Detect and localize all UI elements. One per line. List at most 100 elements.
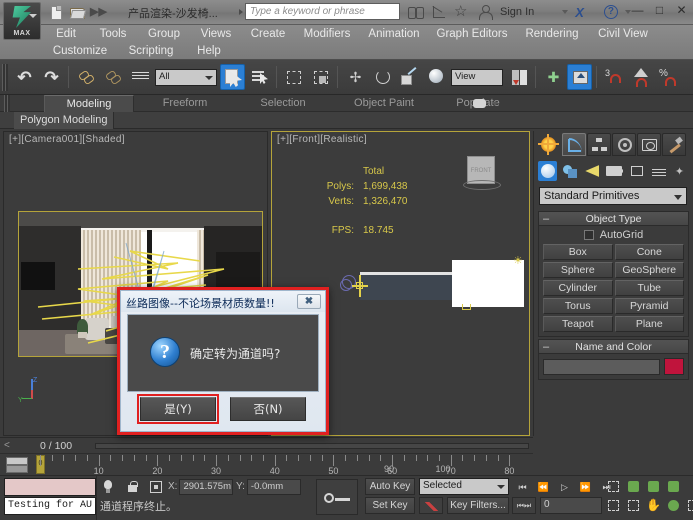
select-rotate-icon[interactable]: [369, 64, 394, 90]
teapot-button[interactable]: Teapot: [543, 316, 613, 332]
unlink-icon[interactable]: [100, 64, 125, 90]
search-input[interactable]: Type a keyword or phrase: [245, 3, 400, 20]
shapes-icon[interactable]: [560, 161, 579, 181]
undo-icon[interactable]: ↶: [12, 64, 37, 90]
pan-icon[interactable]: ✋: [646, 498, 661, 513]
close-button[interactable]: ✕: [675, 4, 688, 17]
current-frame-input[interactable]: 0: [540, 497, 602, 514]
menu-views[interactable]: Views: [190, 28, 242, 40]
key-filters-button[interactable]: Key Filters...: [447, 497, 509, 514]
motion-tab[interactable]: [612, 133, 636, 156]
scene-object-plane[interactable]: [452, 260, 524, 307]
select-object-icon[interactable]: [220, 64, 245, 90]
menu-civil-view[interactable]: Civil View: [588, 28, 658, 40]
dialog-close-button[interactable]: ✖: [297, 294, 321, 309]
selection-filter-dropdown[interactable]: All: [155, 68, 217, 86]
set-key-button[interactable]: Set Key: [365, 497, 415, 514]
primitive-category-dropdown[interactable]: Standard Primitives: [539, 187, 687, 205]
pyramid-button[interactable]: Pyramid: [614, 298, 684, 314]
time-slider-track[interactable]: [95, 443, 529, 449]
previous-frame-icon[interactable]: ⏪: [535, 479, 552, 495]
person-icon[interactable]: [477, 4, 493, 20]
tab-modeling[interactable]: Modeling: [44, 95, 134, 112]
layer-manager-icon[interactable]: [567, 64, 592, 90]
coord-y-input[interactable]: -0.0mm: [246, 478, 301, 495]
document-title-caret-icon[interactable]: [239, 9, 243, 15]
name-and-color-header[interactable]: – Name and Color: [539, 340, 688, 354]
display-tab[interactable]: [637, 133, 661, 156]
tab-object-paint[interactable]: Object Paint: [334, 95, 434, 112]
menu-group[interactable]: Group: [138, 28, 190, 40]
cameras-icon[interactable]: [604, 161, 623, 181]
orbit-icon[interactable]: [666, 498, 681, 513]
help-icon[interactable]: ?: [603, 5, 618, 19]
key-mode-dropdown[interactable]: Selected: [419, 478, 509, 495]
select-scale-icon[interactable]: [396, 64, 421, 90]
transform-gizmo[interactable]: [340, 275, 370, 297]
go-to-start-icon[interactable]: ⏮: [514, 479, 531, 495]
snap-toggle-icon[interactable]: 3: [601, 64, 626, 90]
bulb-icon[interactable]: [100, 479, 116, 495]
utilities-tab[interactable]: [662, 133, 686, 156]
tab-selection[interactable]: Selection: [238, 95, 328, 112]
space-warps-icon[interactable]: [649, 161, 668, 181]
menu-tools[interactable]: Tools: [88, 28, 138, 40]
menu-animation[interactable]: Animation: [360, 28, 428, 40]
time-slider-frame-indicator[interactable]: 0 / 100: [40, 440, 72, 452]
viewport-left-label[interactable]: [+][Camera001][Shaded]: [9, 134, 125, 145]
object-type-header[interactable]: – Object Type: [539, 212, 688, 226]
polygon-modeling-panel-label[interactable]: Polygon Modeling: [14, 112, 115, 129]
systems-icon[interactable]: ✦: [671, 161, 690, 181]
rect-select-icon[interactable]: [281, 64, 306, 90]
auto-key-button[interactable]: Auto Key: [365, 478, 415, 495]
new-file-icon[interactable]: [48, 5, 64, 20]
selection-lock-icon[interactable]: [148, 479, 164, 495]
sign-in-link[interactable]: Sign In: [500, 6, 534, 18]
maxscript-listener-pink[interactable]: [4, 478, 96, 496]
rollout-collapse-icon[interactable]: –: [543, 212, 549, 226]
window-crossing-icon[interactable]: [308, 64, 333, 90]
frame-spinner-icon[interactable]: [592, 500, 599, 513]
lock-icon[interactable]: [124, 479, 140, 495]
menu-graph-editors[interactable]: Graph Editors: [428, 28, 516, 40]
plane-button[interactable]: Plane: [614, 316, 684, 332]
curve-editor-icon[interactable]: [419, 497, 443, 514]
menu-edit[interactable]: Edit: [44, 28, 88, 40]
maxscript-listener-input[interactable]: Testing for AU: [4, 497, 96, 515]
key-icon[interactable]: [316, 479, 358, 515]
more-commands-icon[interactable]: ▶▶: [90, 5, 107, 20]
ribbon-minimize-icon[interactable]: [473, 99, 486, 108]
zoom-region-icon[interactable]: [666, 479, 681, 494]
open-mini-curve-editor-icon[interactable]: [6, 456, 28, 473]
binoculars-icon[interactable]: [408, 4, 424, 20]
cone-button[interactable]: Cone: [614, 244, 684, 260]
coord-x-input[interactable]: 2901.575m: [179, 478, 234, 495]
geosphere-button[interactable]: GeoSphere: [614, 262, 684, 278]
yes-button[interactable]: 是(Y): [137, 394, 219, 424]
zoom-extents-icon[interactable]: [646, 479, 661, 494]
align-icon[interactable]: ✚: [540, 64, 565, 90]
minimize-button[interactable]: —: [631, 4, 644, 17]
object-color-swatch[interactable]: [664, 358, 684, 375]
curve-editor-icon[interactable]: [431, 4, 447, 20]
select-move-icon[interactable]: ✢: [342, 64, 367, 90]
create-tab[interactable]: [537, 133, 561, 156]
selected-region-icon[interactable]: [626, 498, 641, 513]
menu-customize[interactable]: Customize: [44, 45, 116, 57]
no-button[interactable]: 否(N): [230, 397, 306, 421]
key-mode-toggle-icon[interactable]: ⏮⏭: [512, 497, 536, 514]
toolbar-grip[interactable]: [2, 63, 8, 91]
menu-create[interactable]: Create: [242, 28, 294, 40]
autodesk-x-icon[interactable]: X: [575, 5, 584, 20]
lights-icon[interactable]: [582, 161, 601, 181]
zoom-all-icon[interactable]: [626, 479, 641, 494]
open-file-icon[interactable]: [69, 5, 85, 20]
object-name-input[interactable]: [543, 358, 660, 375]
menu-rendering[interactable]: Rendering: [516, 28, 588, 40]
geometry-icon[interactable]: [538, 161, 558, 181]
angle-snap-icon[interactable]: [628, 64, 653, 90]
scene-object-box[interactable]: [360, 272, 462, 300]
redo-icon[interactable]: ↷: [39, 64, 64, 90]
prev-frame-arrow-icon[interactable]: <: [4, 440, 10, 451]
zoom-icon[interactable]: [606, 479, 621, 494]
